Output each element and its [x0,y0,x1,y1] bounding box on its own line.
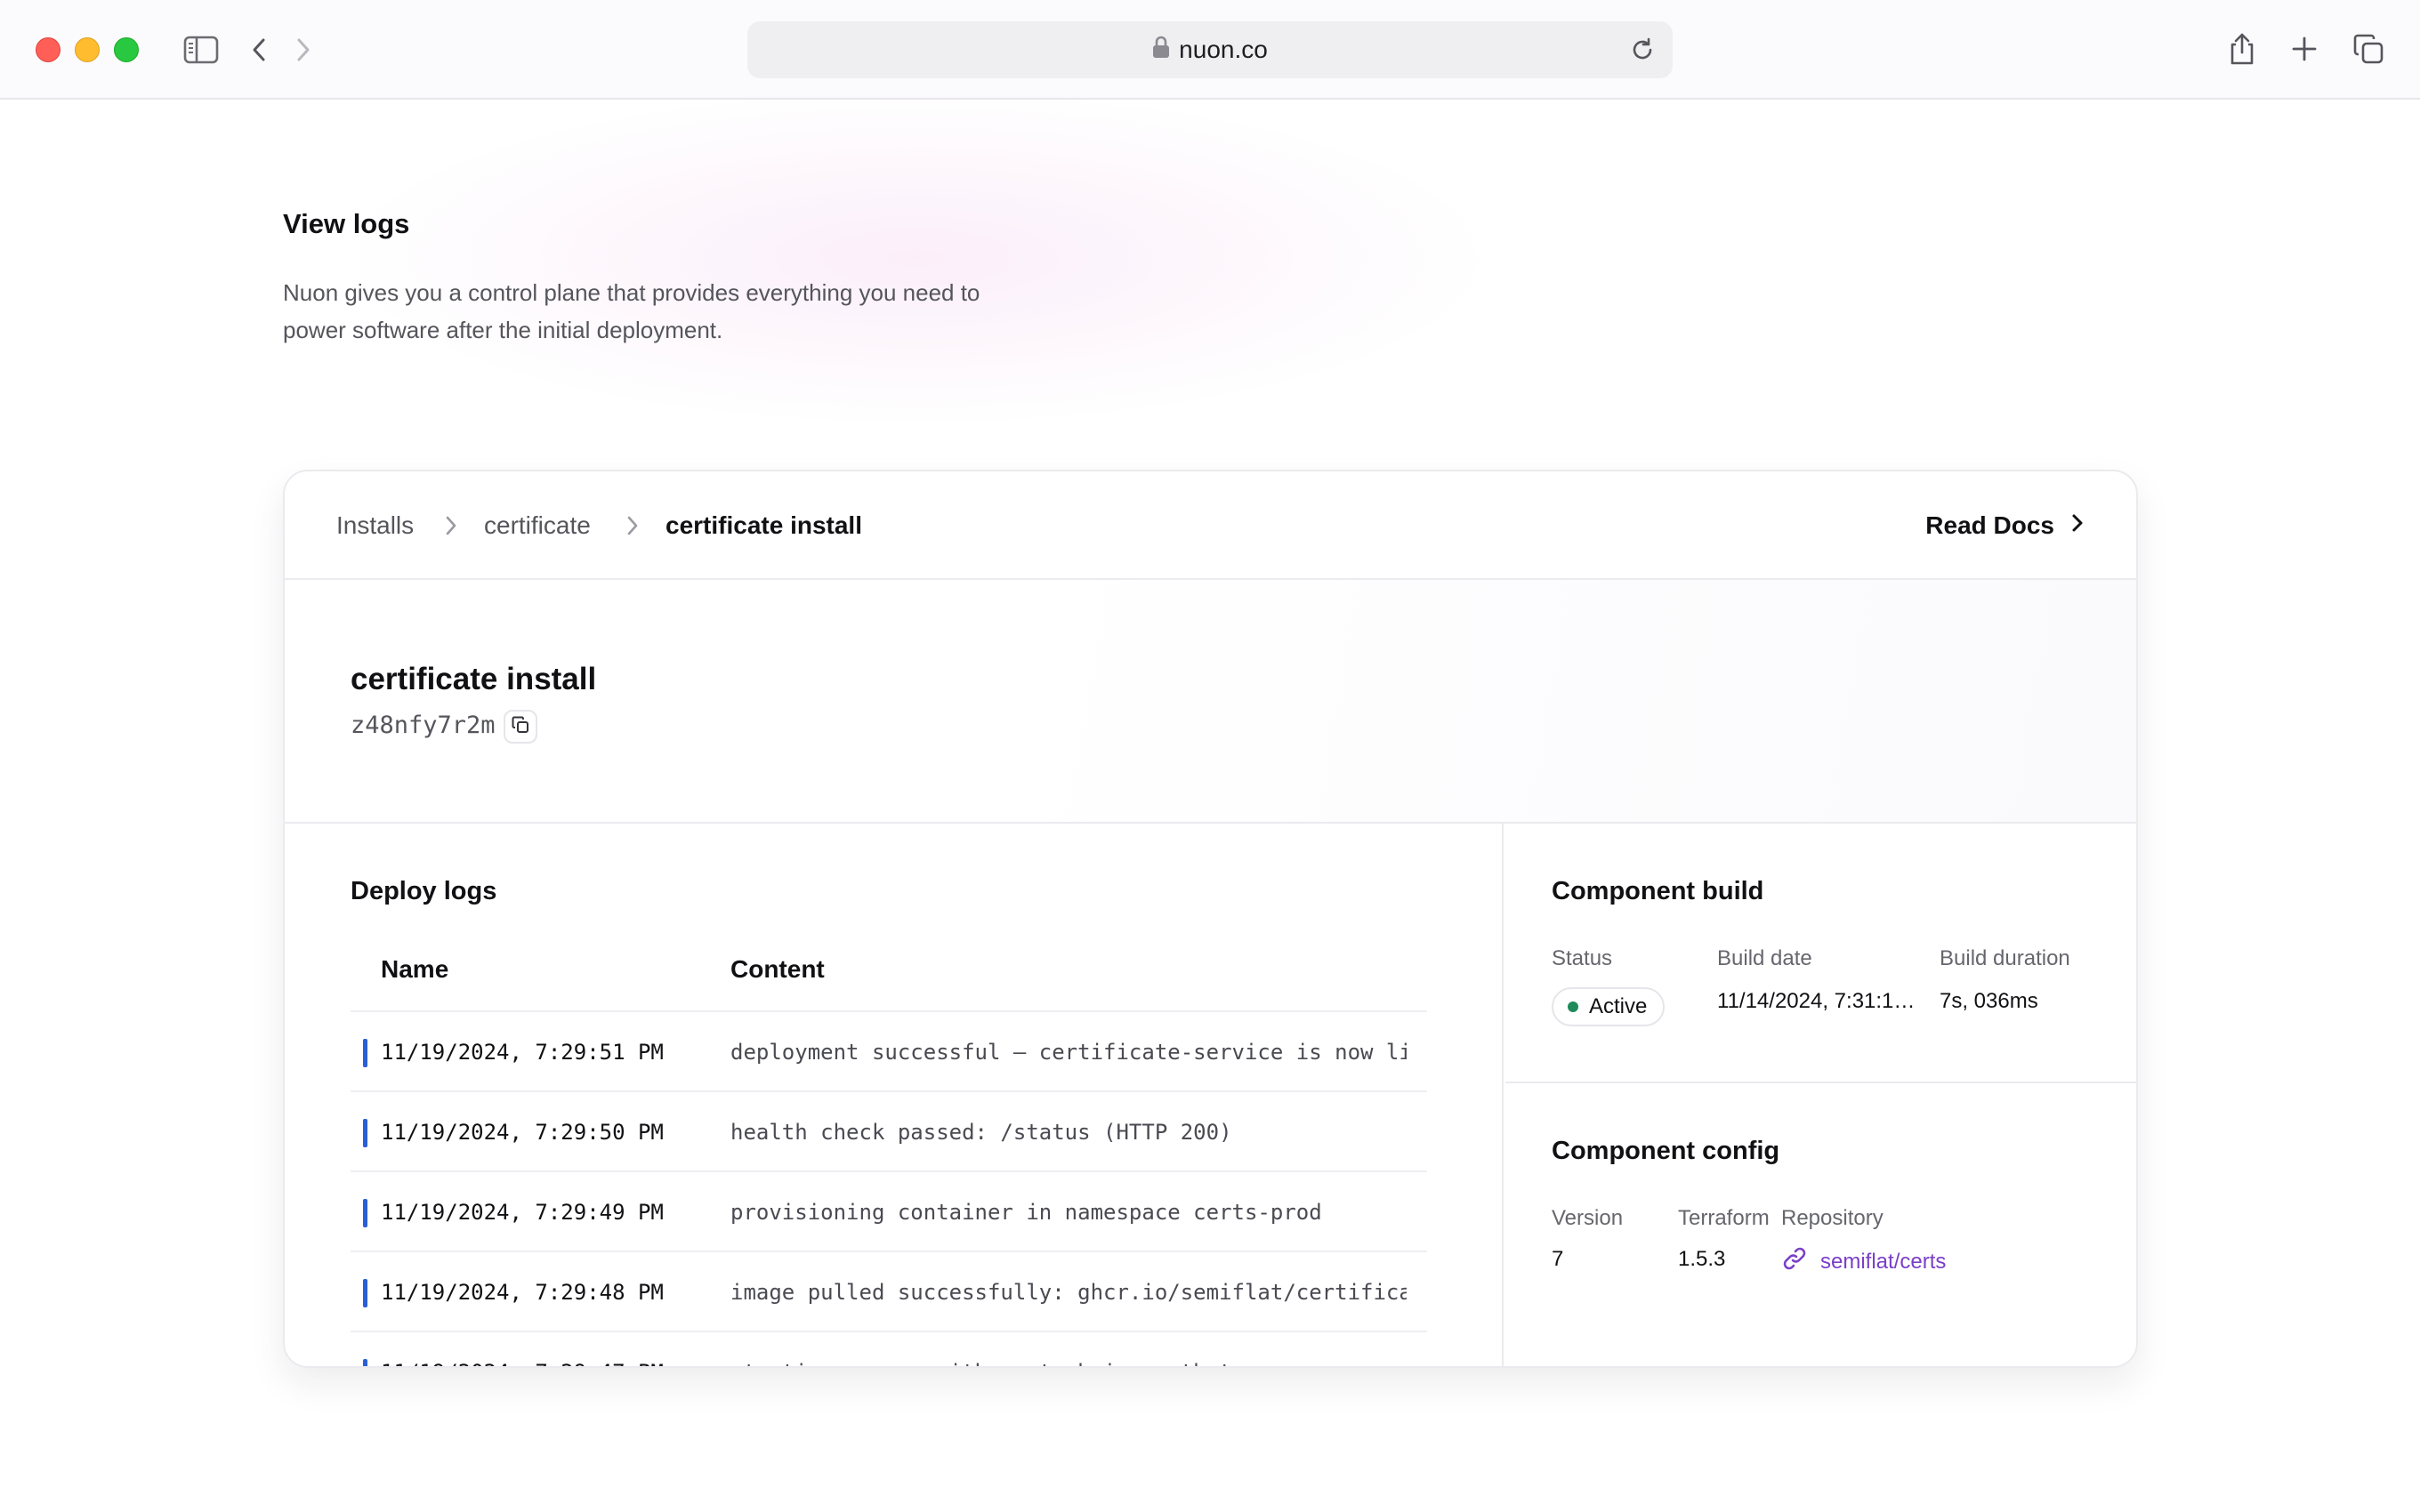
deploy-logs-panel: Deploy logs Name Content 11/19/2024, 7:2… [285,824,1504,1366]
repository-label: Repository [1781,1206,1884,1230]
status-badge: Active [1552,987,1666,1026]
chevron-right-icon [625,512,641,543]
log-level-marker [363,1199,367,1227]
log-timestamp: 11/19/2024, 7:29:49 PM [381,1200,664,1225]
log-content: health check passed: /status (HTTP 200) [730,1120,1232,1145]
log-content: starting server with cert-chain-certbot [730,1332,1407,1366]
link-icon [1781,1245,1808,1278]
component-build-title: Component build [1552,877,1764,905]
copy-icon [512,716,529,738]
log-timestamp: 11/19/2024, 7:29:51 PM [381,1040,664,1065]
version-label: Version [1552,1206,1624,1230]
component-config-title: Component config [1552,1137,1780,1165]
install-title: certificate install [351,662,597,696]
build-duration-label: Build duration [1940,946,2070,970]
build-date-label: Build date [1717,946,1812,970]
back-icon[interactable] [246,34,272,66]
close-window-button[interactable] [36,37,60,62]
lock-icon [1152,36,1170,65]
browser-toolbar: nuon.co [0,0,2420,100]
terraform-label: Terraform [1678,1206,1770,1230]
install-header: certificate install z48nfy7r2m [285,580,2136,824]
log-level-marker [363,1359,367,1366]
breadcrumb-certificate[interactable]: certificate [484,471,591,580]
reload-icon[interactable] [1628,36,1657,64]
log-level-marker [363,1039,367,1067]
status-dot [1568,1001,1578,1012]
forward-icon[interactable] [290,34,317,66]
table-row[interactable]: 11/19/2024, 7:29:49 PM provisioning cont… [351,1170,1427,1251]
log-content: deployment successful — certificate-serv… [730,1040,1407,1065]
table-row[interactable]: 11/19/2024, 7:29:47 PM starting server w… [351,1331,1427,1366]
log-level-marker [363,1119,367,1147]
component-config-panel: Component config Version 7 Terraform 1.5… [1505,1083,2136,1366]
minimize-window-button[interactable] [75,37,100,62]
section-title: View logs [283,208,410,239]
table-row[interactable]: 11/19/2024, 7:29:48 PM image pulled succ… [351,1251,1427,1331]
install-id: z48nfy7r2m [351,712,496,739]
repository-value: semiflat/certs [1820,1249,1947,1274]
version-value: 7 [1552,1247,1564,1271]
new-tab-icon[interactable] [2288,32,2320,66]
address-bar[interactable]: nuon.co [747,21,1673,78]
sidebar-toggle-icon[interactable] [182,32,221,68]
table-row[interactable]: 11/19/2024, 7:29:50 PM health check pass… [351,1090,1427,1170]
breadcrumb-installs[interactable]: Installs [336,471,414,580]
status-label: Status [1552,946,1613,970]
read-docs-link[interactable]: Read Docs [1925,471,2085,580]
column-header-name: Name [381,955,449,983]
table-row[interactable]: 11/19/2024, 7:29:51 PM deployment succes… [351,1010,1427,1090]
log-timestamp: 11/19/2024, 7:29:50 PM [381,1120,664,1145]
deploy-logs-title: Deploy logs [351,877,497,905]
install-card: Installs certificate certificate install… [283,470,2138,1368]
log-timestamp: 11/19/2024, 7:29:47 PM [381,1332,664,1366]
chevron-right-icon [443,512,459,543]
status-value: Active [1589,994,1648,1018]
log-content: provisioning container in namespace cert… [730,1200,1322,1225]
copy-id-button[interactable] [504,710,537,744]
share-icon[interactable] [2224,30,2260,68]
repository-link[interactable]: semiflat/certs [1781,1245,1946,1278]
build-date-value: 11/14/2024, 7:31:1… [1717,989,1916,1013]
url-text: nuon.co [1179,36,1268,63]
chevron-right-icon [2070,511,2085,541]
terraform-value: 1.5.3 [1678,1247,1726,1271]
breadcrumb-current: certificate install [666,511,862,539]
zoom-window-button[interactable] [114,37,139,62]
log-timestamp: 11/19/2024, 7:29:48 PM [381,1280,664,1305]
read-docs-label: Read Docs [1925,511,2054,539]
log-level-marker [363,1279,367,1307]
tab-overview-icon[interactable] [2351,30,2386,68]
column-header-content: Content [730,955,825,983]
background-glow [338,89,1495,427]
build-duration-value: 7s, 036ms [1940,989,2038,1013]
section-description: Nuon gives you a control plane that prov… [283,279,980,343]
breadcrumb: Installs certificate certificate install… [285,471,2136,580]
table-header: Name Content [351,955,1427,1000]
log-content: image pulled successfully: ghcr.io/semif… [730,1280,1407,1305]
component-build-panel: Component build Status Active Build date… [1505,824,2136,1083]
